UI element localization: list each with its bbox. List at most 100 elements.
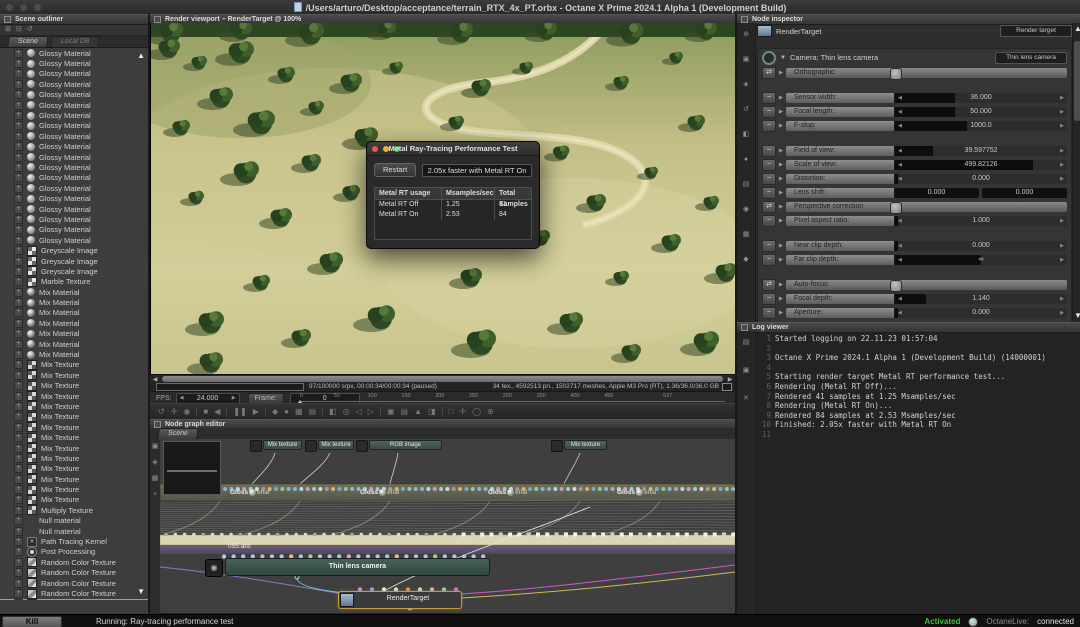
inspector-scrollbar[interactable]: ▲ ▼: [1072, 23, 1080, 322]
collapse-all-icon[interactable]: ⊟: [16, 26, 22, 34]
outliner-row-random-color-texture[interactable]: + Random Color Texture: [0, 578, 148, 589]
outliner-row-glossy-material[interactable]: + Glossy Material: [0, 121, 148, 131]
outliner-row-null-material[interactable]: + Null material: [0, 526, 148, 536]
value-slider[interactable]: 1.000 ◀ ▶: [894, 215, 1067, 226]
increment-icon[interactable]: ▶: [1060, 146, 1064, 156]
node-link-icon[interactable]: ~: [762, 91, 776, 104]
toggle-pin-icon[interactable]: ⇄: [762, 278, 776, 291]
collapse-caret-icon[interactable]: ▼: [780, 55, 786, 61]
outliner-row-mix-material[interactable]: + Mix Material: [0, 339, 148, 349]
expand-icon[interactable]: +: [14, 235, 23, 245]
toggle-pin-icon[interactable]: ⇄: [762, 200, 776, 213]
outliner-row-glossy-material[interactable]: + Glossy Material: [0, 110, 148, 121]
expand-icon[interactable]: +: [14, 391, 23, 401]
expand-icon[interactable]: +: [14, 59, 23, 69]
restart-button[interactable]: Restart: [374, 163, 417, 177]
diamond-icon[interactable]: ◈: [743, 81, 748, 89]
pin-icon[interactable]: ◈: [152, 459, 157, 467]
graph-tab-scene[interactable]: Scene: [157, 428, 199, 439]
node-link-icon[interactable]: ~: [762, 306, 776, 319]
expand-icon[interactable]: +: [14, 318, 23, 328]
scrollbar-thumb[interactable]: [1074, 41, 1080, 121]
outliner-row-mix-texture[interactable]: + Mix Texture: [0, 443, 148, 454]
outliner-row-mix-material[interactable]: + Mix Material: [0, 297, 148, 308]
checker-icon[interactable]: ▤: [309, 406, 317, 418]
clear-log-icon[interactable]: ✕: [743, 395, 749, 403]
graph-node-mix-texture[interactable]: Mix texture: [305, 440, 354, 452]
value-slider[interactable]: 0.000 ◀ ▶: [894, 173, 1067, 184]
region-render-icon[interactable]: □: [449, 406, 454, 418]
inspector-row-sensor-width[interactable]: ~ ▶ Sensor width: 36.000 ◀ ▶: [762, 91, 1067, 104]
expand-icon[interactable]: +: [14, 111, 23, 121]
expander-icon[interactable]: ▶: [776, 282, 786, 288]
save-image-icon[interactable]: ▤: [401, 406, 409, 418]
target-icon[interactable]: ◉: [743, 206, 749, 214]
inspected-node-row[interactable]: RenderTarget Render target: [757, 25, 1072, 37]
outliner-row-post-processing[interactable]: + Post Processing: [0, 546, 148, 557]
expand-icon[interactable]: +: [14, 589, 23, 598]
expand-icon[interactable]: +: [14, 277, 23, 287]
priority-icon[interactable]: ◆: [272, 406, 278, 418]
export-icon[interactable]: ▲: [414, 406, 422, 418]
gear-icon[interactable]: ⊕: [743, 31, 749, 39]
kill-button[interactable]: Kill: [2, 615, 62, 627]
outliner-row-mix-texture[interactable]: + Mix Texture: [0, 494, 148, 505]
value-field[interactable]: 0.000: [894, 187, 979, 198]
expand-icon[interactable]: +: [14, 464, 23, 474]
toggle-knob[interactable]: [889, 67, 902, 80]
inspector-row-near-clip-depth[interactable]: ~ ▶ Near clip depth: 0.000 ◀ ▶: [762, 239, 1067, 252]
camera-pin-icon[interactable]: [762, 50, 776, 65]
thin-lens-camera-node[interactable]: ◉ Thin lens camera: [205, 558, 490, 577]
decrement-icon[interactable]: ◀: [898, 241, 902, 251]
toggle-pin-icon[interactable]: ⇄: [762, 66, 776, 79]
outliner-row-glossy-material[interactable]: + Glossy Material: [0, 69, 148, 79]
expander-icon[interactable]: ▶: [776, 176, 786, 182]
outliner-row-mix-material[interactable]: + Mix Material: [0, 308, 148, 318]
play-icon[interactable]: ▶: [253, 406, 259, 418]
inspector-row-far-clip-depth[interactable]: ~ ▶ Far clip depth: ∞ ◀ ▶: [762, 253, 1067, 266]
outliner-row-mix-texture[interactable]: + Mix Texture: [0, 411, 148, 422]
expand-icon[interactable]: +: [14, 443, 23, 453]
panel-collapse-icon[interactable]: [154, 16, 161, 23]
expand-icon[interactable]: +: [14, 329, 23, 339]
expand-icon[interactable]: +: [14, 142, 23, 152]
node-icon[interactable]: ◆: [743, 256, 748, 264]
grid-snap-icon[interactable]: ▦: [152, 475, 159, 483]
outliner-row-mix-texture[interactable]: + Mix Texture: [0, 401, 148, 412]
value-slider[interactable]: 0.000 ◀ ▶: [894, 240, 1067, 251]
outliner-row-mix-texture[interactable]: + Mix Texture: [0, 370, 148, 381]
expand-icon[interactable]: +: [14, 69, 23, 79]
value-slider[interactable]: ∞ ◀ ▶: [894, 254, 1067, 265]
mesh-node-label[interactable]: 055.abc: [228, 543, 251, 550]
expander-icon[interactable]: ▶: [776, 218, 786, 224]
next-pass-icon[interactable]: ▷: [368, 406, 374, 418]
stop-icon[interactable]: ■: [203, 406, 208, 418]
edit-icon[interactable]: ◧: [743, 131, 750, 139]
toggle-track[interactable]: Orthographic: [786, 67, 1067, 80]
info-icon[interactable]: ▣: [152, 443, 159, 451]
expander-icon[interactable]: ▶: [776, 109, 786, 115]
inspector-row-field-of-view[interactable]: ~ ▶ Field of view: 39.597752 ◀ ▶: [762, 144, 1067, 157]
expand-icon[interactable]: +: [14, 100, 23, 110]
outliner-row-mix-material[interactable]: + Mix Material: [0, 349, 148, 360]
inspector-row-focal-depth[interactable]: ~ ▶ Focal depth: 1.140 ◀ ▶: [762, 292, 1067, 305]
node-graph-minimap[interactable]: [163, 441, 221, 495]
outliner-row-mix-texture[interactable]: + Mix Texture: [0, 474, 148, 485]
node-link-icon[interactable]: ~: [762, 239, 776, 252]
node-type-badge[interactable]: Render target: [1000, 25, 1072, 37]
outliner-row-mix-texture[interactable]: + Mix Texture: [0, 422, 148, 433]
decrement-icon[interactable]: ◀: [898, 160, 902, 170]
node-link-icon[interactable]: ~: [762, 214, 776, 227]
expand-icon[interactable]: +: [14, 599, 23, 600]
copy-log-icon[interactable]: ▣: [743, 367, 750, 375]
outliner-row-marble-texture[interactable]: + Marble Texture: [0, 276, 148, 287]
expand-icon[interactable]: +: [14, 131, 23, 141]
node-link-icon[interactable]: ~: [762, 292, 776, 305]
outliner-row-path-tracing-kernel[interactable]: + Path Tracing Kernel: [0, 536, 148, 547]
add-node-icon[interactable]: +: [153, 491, 157, 499]
expand-icon[interactable]: +: [14, 495, 23, 505]
camera-group-header[interactable]: ▼ Camera: Thin lens camera Thin lens cam…: [762, 50, 1067, 65]
inspector-row-lens-shift[interactable]: ~ ▶ Lens shift: 0.000 0.000: [762, 186, 1067, 199]
outliner-row-glossy-material[interactable]: + Glossy Material: [0, 90, 148, 100]
outliner-row-multiply-texture[interactable]: + Multiply Texture: [0, 505, 148, 516]
